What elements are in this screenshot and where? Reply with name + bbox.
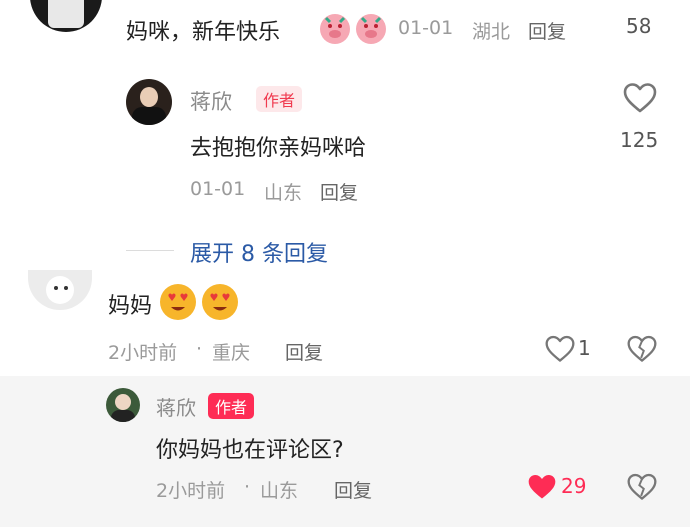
broken-heart-icon[interactable] xyxy=(626,472,658,502)
comment-time: 2小时前 xyxy=(108,342,178,364)
author-name[interactable]: 蒋欣 xyxy=(190,86,232,116)
broken-heart-icon[interactable] xyxy=(626,334,658,364)
reply-text: 去抱抱你亲妈咪哈 xyxy=(190,136,367,161)
like-count: 58 xyxy=(626,14,652,38)
author-avatar[interactable] xyxy=(106,388,140,422)
pig-emoji-icon xyxy=(320,14,350,44)
reply-button[interactable]: 回复 xyxy=(334,476,372,503)
pig-emoji-icon xyxy=(356,14,386,44)
reply-button[interactable]: 回复 xyxy=(528,17,566,44)
meta-separator: · xyxy=(196,338,203,360)
reply-date: 01-01 xyxy=(190,178,246,200)
reply-button[interactable]: 回复 xyxy=(285,338,323,365)
reply-time: 2小时前 xyxy=(156,480,226,502)
comment-location: 湖北 xyxy=(472,21,511,43)
expand-replies-link[interactable]: 展开 8 条回复 xyxy=(190,236,328,268)
like-count: 125 xyxy=(620,128,659,152)
heart-filled-icon[interactable] xyxy=(526,472,558,502)
reply-location: 山东 xyxy=(260,480,299,502)
reply-button[interactable]: 回复 xyxy=(320,178,358,205)
reply-location: 山东 xyxy=(264,182,303,204)
highlighted-reply-row xyxy=(0,376,690,527)
heart-outline-icon[interactable] xyxy=(622,82,658,114)
comment-location: 重庆 xyxy=(212,342,251,364)
divider xyxy=(126,250,174,251)
reply-text: 你妈妈也在评论区? xyxy=(156,438,344,463)
commenter-avatar[interactable] xyxy=(30,0,102,32)
like-count: 1 xyxy=(578,336,591,360)
author-badge: 作者 xyxy=(256,86,303,112)
comment-date: 01-01 xyxy=(398,17,454,39)
meta-separator: · xyxy=(244,476,251,498)
heart-outline-icon[interactable] xyxy=(544,334,576,364)
like-count: 29 xyxy=(561,474,587,498)
comment-text: 妈妈 xyxy=(108,294,153,319)
author-badge: 作者 xyxy=(208,393,255,419)
heart-eyes-emoji-icon xyxy=(202,284,238,320)
comment-text: 妈咪，新年快乐 xyxy=(126,20,281,45)
author-avatar[interactable] xyxy=(126,79,172,125)
heart-eyes-emoji-icon xyxy=(160,284,196,320)
author-name[interactable]: 蒋欣 xyxy=(156,392,196,421)
commenter-avatar[interactable] xyxy=(28,270,92,310)
